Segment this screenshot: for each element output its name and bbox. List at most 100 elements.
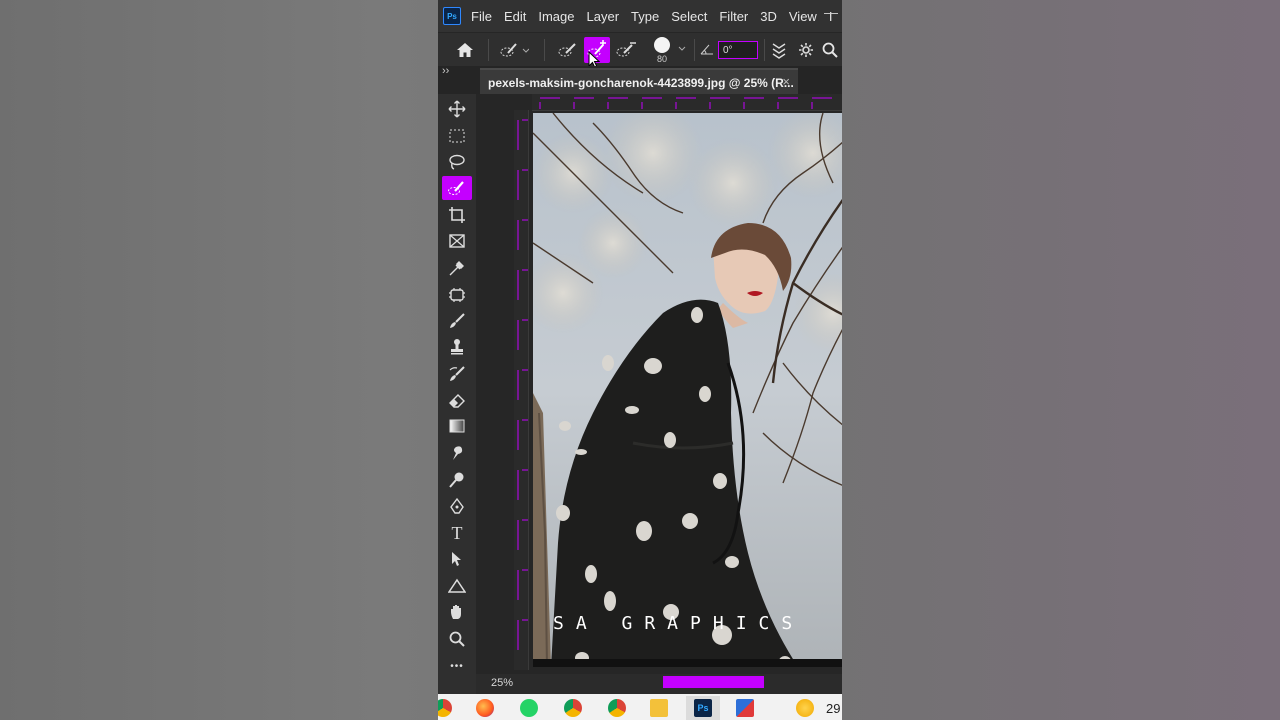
dodge-tool[interactable] — [442, 468, 472, 492]
home-button[interactable] — [454, 39, 476, 61]
move-tool[interactable] — [442, 97, 472, 121]
brush-tool-icon — [450, 313, 465, 328]
patch-tool-icon — [449, 288, 465, 302]
menu-edit[interactable]: Edit — [504, 9, 526, 24]
tool-preset-picker[interactable] — [496, 39, 532, 61]
shape-tool[interactable] — [442, 574, 472, 598]
options-separator — [764, 39, 765, 61]
zoom-tool[interactable] — [442, 627, 472, 651]
photoshop-logo: Ps — [443, 7, 461, 25]
tab-close-button[interactable]: × — [782, 74, 790, 89]
photoshop-taskbar-icon: Ps — [694, 699, 712, 717]
crop-tool-icon — [449, 207, 465, 223]
eyedropper-tool-icon — [449, 261, 464, 276]
taskbar-clock-fragment: 29 — [826, 701, 841, 716]
path-selection-tool[interactable] — [442, 547, 472, 571]
gradient-tool[interactable] — [442, 414, 472, 438]
whatsapp-taskbar-icon[interactable] — [520, 699, 538, 717]
subtract-from-selection-icon — [616, 42, 636, 57]
settings-button[interactable] — [796, 39, 816, 61]
quick-selection-tool-icon — [448, 181, 464, 195]
angle-icon-wrap — [700, 42, 714, 56]
document-image[interactable]: SA GRAPHICS — [533, 113, 842, 667]
menu-3d[interactable]: 3D — [760, 9, 777, 24]
quick-selection-preset-icon — [500, 43, 529, 57]
chevron-down-icon — [678, 46, 686, 51]
ruler-ticks-top — [539, 97, 832, 109]
crop-tool[interactable] — [442, 203, 472, 227]
eraser-tool-icon — [449, 394, 465, 408]
eraser-tool[interactable] — [442, 388, 472, 412]
menu-file[interactable]: File — [471, 9, 492, 24]
vertical-ruler — [514, 110, 529, 670]
search-button[interactable] — [820, 39, 840, 61]
snipping-taskbar-icon[interactable] — [736, 699, 754, 717]
canvas-area[interactable]: SA GRAPHICS — [476, 94, 842, 674]
zoom-tool-icon — [449, 631, 465, 647]
search-icon — [822, 42, 838, 58]
taskbar: Ps 29 — [438, 694, 842, 720]
more-tools-button[interactable]: ••• — [442, 654, 472, 678]
menu-select[interactable]: Select — [671, 9, 707, 24]
brush-tip-icon — [654, 36, 670, 53]
patch-tool[interactable] — [442, 283, 472, 307]
type-tool-icon: T — [451, 522, 463, 543]
ruler-ticks-left — [517, 119, 528, 650]
lasso-tool[interactable] — [442, 150, 472, 174]
path-selection-icon — [452, 552, 461, 566]
gradient-tool-icon — [449, 419, 465, 433]
history-brush-tool[interactable] — [442, 362, 472, 386]
eyedropper-tool[interactable] — [442, 256, 472, 280]
file-explorer-taskbar-icon[interactable] — [650, 699, 668, 717]
minimize-button[interactable]: — — [824, 4, 838, 20]
chrome-taskbar-icon[interactable] — [438, 699, 452, 717]
watermark-text: SA GRAPHICS — [553, 613, 805, 634]
move-tool-icon — [448, 100, 466, 118]
photoshop-taskbar-button[interactable]: Ps — [686, 696, 720, 720]
brush-size-picker[interactable]: 80 — [650, 35, 674, 65]
weather-taskbar-icon[interactable] — [796, 699, 814, 717]
menu-layer[interactable]: Layer — [587, 9, 620, 24]
zoom-level: 25% — [491, 677, 514, 689]
document-tab[interactable]: pexels-maksim-goncharenok-4423899.jpg @ … — [480, 68, 798, 96]
history-brush-icon — [449, 366, 465, 381]
type-tool[interactable]: T — [442, 521, 472, 545]
subtract-from-selection-button[interactable] — [614, 39, 638, 61]
document-tab-row: ›› pexels-maksim-goncharenok-4423899.jpg… — [438, 65, 842, 96]
brush-size-dropdown[interactable] — [676, 43, 688, 55]
quick-selection-tool[interactable] — [442, 176, 472, 200]
menu-filter[interactable]: Filter — [719, 9, 748, 24]
menu-view[interactable]: View — [789, 9, 817, 24]
photo-woman-dress — [533, 113, 842, 667]
smudge-tool[interactable] — [442, 441, 472, 465]
tools-panel: T ••• — [438, 94, 476, 694]
shape-tool-icon — [448, 578, 466, 593]
pen-tool[interactable] — [442, 494, 472, 518]
home-icon — [457, 43, 473, 57]
firefox-taskbar-icon[interactable] — [476, 699, 494, 717]
panel-collapse-icon[interactable]: ›› — [442, 65, 449, 77]
options-bar: 80 0° — [438, 32, 842, 69]
menu-image[interactable]: Image — [538, 9, 574, 24]
stamp-tool[interactable] — [442, 335, 472, 359]
angle-value: 0° — [723, 44, 733, 56]
horizontal-scrollbar-thumb[interactable] — [663, 676, 764, 688]
new-selection-button[interactable] — [556, 39, 580, 61]
chrome-second-taskbar-icon[interactable] — [608, 699, 626, 717]
menu-type[interactable]: Type — [631, 9, 659, 24]
options-separator — [488, 39, 489, 61]
brush-tool[interactable] — [442, 309, 472, 333]
document-tab-title: pexels-maksim-goncharenok-4423899.jpg @ … — [488, 76, 794, 90]
sample-all-layers-button[interactable] — [768, 39, 790, 61]
hand-tool[interactable] — [442, 600, 472, 624]
brush-size-value: 80 — [656, 53, 667, 64]
frame-tool[interactable] — [442, 229, 472, 253]
options-separator — [694, 39, 695, 61]
new-selection-icon — [558, 43, 576, 57]
more-tools-icon: ••• — [450, 660, 464, 672]
chrome-profile-taskbar-icon[interactable] — [564, 699, 582, 717]
frame-tool-icon — [449, 234, 465, 248]
angle-input[interactable]: 0° — [718, 41, 758, 59]
stamp-tool-icon — [451, 339, 463, 355]
marquee-tool[interactable] — [442, 124, 472, 148]
